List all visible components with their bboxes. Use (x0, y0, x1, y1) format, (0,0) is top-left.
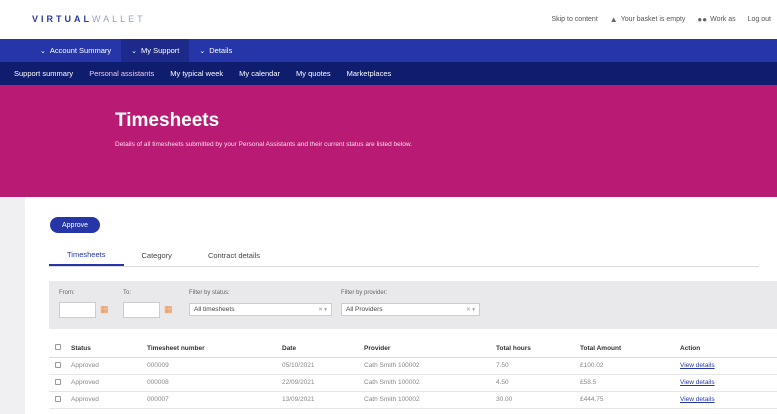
view-details-link[interactable]: View details (680, 374, 777, 392)
tab-divider (49, 266, 759, 267)
col-date: Date (282, 340, 364, 358)
col-provider: Provider (364, 340, 496, 358)
cell-total-amount: £100.02 (580, 357, 680, 375)
basket-label: Your basket is empty (620, 16, 686, 23)
col-total-hours: Total hours (496, 340, 580, 358)
tab-category[interactable]: Category (124, 244, 190, 266)
cell-date: 13/09/2021 (282, 391, 364, 409)
brand-part1: VIRTUAL (32, 14, 92, 24)
nav-account-summary-label: Account Summary (49, 46, 112, 55)
row-checkbox[interactable] (55, 361, 61, 368)
cell-total-amount: £444.75 (580, 391, 680, 409)
people-icon: ●● (697, 15, 708, 24)
table-row: Approved 000007 13/09/2021 Cath Smith 10… (49, 391, 777, 409)
timesheets-table: Status Timesheet number Date Provider To… (49, 340, 777, 409)
cell-total-hours: 7.50 (496, 357, 580, 375)
view-details-link[interactable]: View details (680, 391, 777, 409)
cell-timesheet-number: 000008 (147, 374, 282, 392)
from-date-input[interactable] (59, 302, 96, 318)
subnav-my-calendar[interactable]: My calendar (231, 62, 288, 85)
page-hero: Timesheets Details of all timesheets sub… (0, 85, 777, 197)
subnav-support-summary[interactable]: Support summary (6, 62, 81, 85)
status-filter-select[interactable]: All timesheets ✕ ▾ (189, 303, 332, 316)
content-card: Approve Timesheets Category Contract det… (25, 197, 777, 414)
clear-chevron-icon[interactable]: ✕ ▾ (318, 307, 327, 313)
basket-link[interactable]: ▲ Your basket is empty (610, 15, 686, 24)
table-row: Approved 000009 05/10/2021 Cath Smith 10… (49, 357, 777, 375)
table-header-row: Status Timesheet number Date Provider To… (49, 340, 777, 358)
provider-filter-value: All Providers (346, 306, 383, 313)
secondary-nav: Support summary Personal assistants My t… (0, 62, 777, 85)
subnav-my-typical-week[interactable]: My typical week (162, 62, 231, 85)
provider-filter-label: Filter by provider: (341, 290, 388, 296)
page-description: Details of all timesheets submitted by y… (115, 141, 412, 148)
nav-account-summary[interactable]: ⌄ Account Summary (30, 39, 121, 62)
cell-provider: Cath Smith 100002 (364, 357, 496, 375)
col-timesheet-number: Timesheet number (147, 340, 282, 358)
cell-date: 05/10/2021 (282, 357, 364, 375)
cell-status: Approved (71, 391, 147, 409)
page-title: Timesheets (115, 110, 220, 131)
skip-link[interactable]: Skip to content (551, 15, 597, 24)
tab-bar: Timesheets Category Contract details (49, 244, 278, 266)
filter-panel: From: ▦ To: ▦ Filter by status: All time… (49, 281, 777, 329)
status-filter-label: Filter by status: (189, 290, 230, 296)
cell-total-hours: 30.00 (496, 391, 580, 409)
row-checkbox[interactable] (55, 395, 61, 402)
top-header: VIRTUALWALLET Skip to content ▲ Your bask… (0, 0, 777, 39)
nav-details[interactable]: ⌄ Details (189, 39, 242, 62)
cell-total-amount: £58.5 (580, 374, 680, 392)
cell-total-hours: 4.50 (496, 374, 580, 392)
col-total-amount: Total Amount (580, 340, 680, 358)
primary-nav: ⌄ Account Summary ⌄ My Support ⌄ Details (0, 39, 777, 62)
clear-chevron-icon[interactable]: ✕ ▾ (466, 307, 475, 313)
tab-timesheets[interactable]: Timesheets (49, 244, 124, 266)
nav-my-support[interactable]: ⌄ My Support (121, 39, 190, 62)
chevron-down-icon: ⌄ (40, 47, 46, 55)
cell-date: 22/09/2021 (282, 374, 364, 392)
nav-details-label: Details (209, 46, 233, 55)
select-all-checkbox[interactable] (55, 344, 61, 351)
to-date-input[interactable] (123, 302, 160, 318)
logout-link[interactable]: Log out (748, 15, 771, 24)
chevron-down-icon: ⌄ (199, 47, 206, 55)
col-action: Action (680, 340, 777, 358)
col-status: Status (71, 340, 147, 358)
cell-timesheet-number: 000007 (147, 391, 282, 409)
status-filter-value: All timesheets (194, 306, 235, 313)
nav-my-support-label: My Support (141, 46, 180, 55)
approve-button[interactable]: Approve (50, 217, 101, 233)
subnav-marketplaces[interactable]: Marketplaces (339, 62, 400, 85)
brand-part2: WALLET (92, 14, 146, 24)
brand-logo[interactable]: VIRTUALWALLET (32, 14, 146, 24)
cell-provider: Cath Smith 100002 (364, 374, 496, 392)
work-as-link[interactable]: ●● Work as (697, 15, 735, 24)
row-checkbox[interactable] (55, 378, 61, 385)
subnav-personal-assistants[interactable]: Personal assistants (81, 62, 162, 85)
calendar-icon[interactable]: ▦ (100, 304, 109, 315)
cell-status: Approved (71, 374, 147, 392)
tab-contract-details[interactable]: Contract details (190, 244, 278, 266)
from-label: From: (59, 290, 75, 296)
provider-filter-select[interactable]: All Providers ✕ ▾ (341, 303, 480, 316)
chevron-down-icon: ⌄ (131, 47, 138, 55)
cell-timesheet-number: 000009 (147, 357, 282, 375)
cell-status: Approved (71, 357, 147, 375)
top-links: Skip to content ▲ Your basket is empty ●●… (551, 15, 771, 24)
cell-provider: Cath Smith 100002 (364, 391, 496, 409)
subnav-my-quotes[interactable]: My quotes (288, 62, 339, 85)
basket-icon: ▲ (609, 15, 618, 24)
calendar-icon[interactable]: ▦ (164, 304, 173, 315)
table-row: Approved 000008 22/09/2021 Cath Smith 10… (49, 374, 777, 392)
to-label: To: (123, 290, 132, 296)
work-as-label: Work as (710, 16, 736, 23)
view-details-link[interactable]: View details (680, 357, 777, 375)
